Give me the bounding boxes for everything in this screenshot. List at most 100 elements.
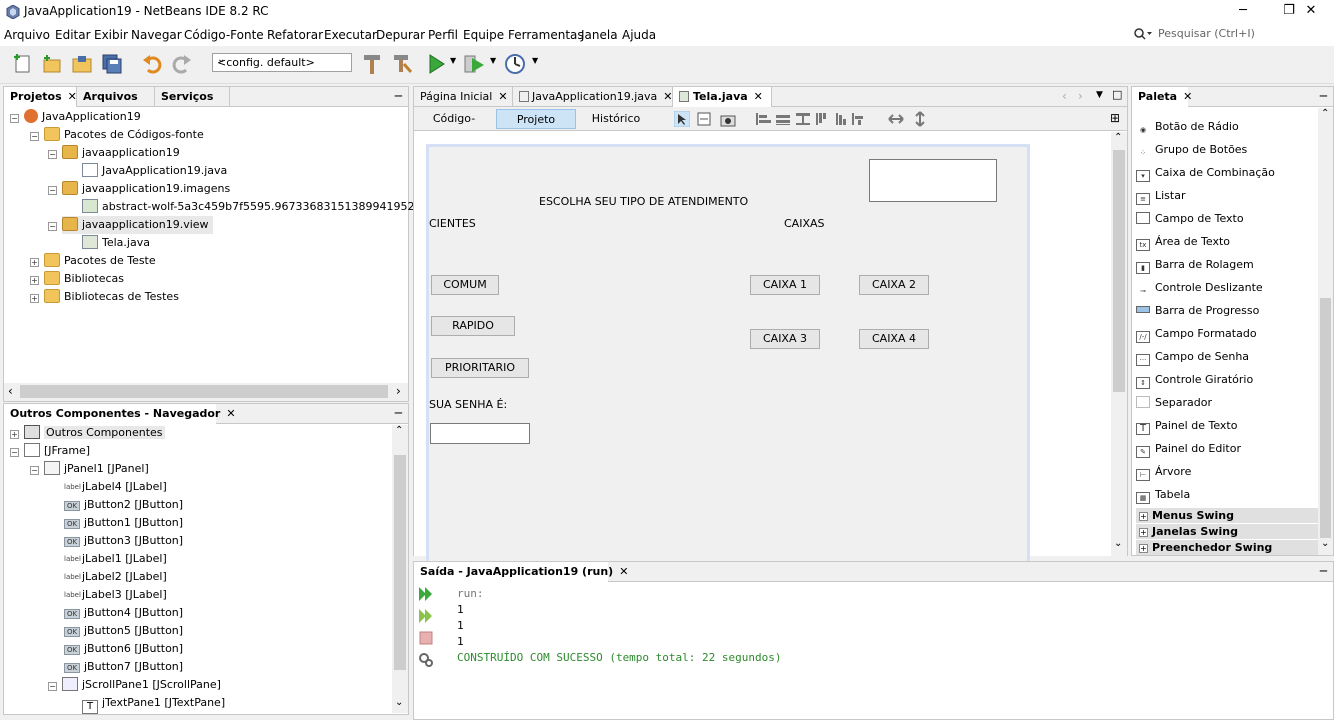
settings-icon[interactable] <box>418 652 434 668</box>
redo-icon[interactable] <box>170 52 194 76</box>
scroll-left-icon[interactable]: ‹ <box>8 384 13 398</box>
run-icon[interactable] <box>424 52 448 76</box>
menu-exibir[interactable]: Exibir <box>94 28 128 42</box>
tree-item-package-selected[interactable]: javaapplication19.view <box>62 216 213 234</box>
collapse-icon[interactable]: − <box>48 682 57 691</box>
close-icon[interactable]: ✕ <box>498 90 507 103</box>
new-project-icon[interactable] <box>40 52 64 76</box>
vertical-scrollbar[interactable]: ⌃ ⌄ <box>1318 108 1333 555</box>
build-hammer-icon[interactable] <box>360 52 384 76</box>
palette-item-separator[interactable]: Separador <box>1136 393 1212 413</box>
profile-icon[interactable] <box>503 52 527 76</box>
clean-build-icon[interactable] <box>390 52 414 76</box>
menu-ajuda[interactable]: Ajuda <box>622 28 656 42</box>
tree-item-java-file[interactable]: JavaApplication19.java <box>82 162 227 180</box>
expand-icon[interactable]: + <box>10 430 19 439</box>
palette-item-tree[interactable]: ⊢ Árvore <box>1136 462 1191 482</box>
nav-item-component[interactable]: OK jButton6 [JButton] <box>64 640 183 658</box>
vertical-scrollbar[interactable]: ⌃ ⌄ <box>1111 132 1127 556</box>
nav-item-component[interactable]: OK jButton5 [JButton] <box>64 622 183 640</box>
caixa2-button[interactable]: CAIXA 2 <box>859 275 929 295</box>
rerun-with-params-icon[interactable] <box>418 608 434 624</box>
save-all-icon[interactable] <box>100 52 124 76</box>
menu-executar[interactable]: Executar <box>324 28 377 42</box>
menu-perfil[interactable]: Perfil <box>428 28 458 42</box>
menu-codigo-fonte[interactable]: Código-Fonte <box>184 28 264 42</box>
prioritario-button[interactable]: PRIORITARIO <box>431 358 529 378</box>
tree-item-project[interactable]: JavaApplication19 <box>24 108 141 126</box>
subtab-historico[interactable]: Histórico <box>584 109 648 129</box>
run-dropdown-icon[interactable]: ▼ <box>450 56 456 65</box>
collapse-icon[interactable]: − <box>10 114 19 123</box>
tab-paleta[interactable]: Paleta ✕ <box>1132 87 1192 107</box>
menu-janela[interactable]: Janela <box>581 28 618 42</box>
palette-category-menus[interactable]: + Menus Swing <box>1136 508 1318 523</box>
scrollbar-thumb[interactable] <box>1113 150 1125 392</box>
alignment-tools-icon[interactable] <box>756 111 866 127</box>
collapse-icon[interactable]: − <box>30 132 39 141</box>
nav-item-component[interactable]: OK jButton3 [JButton] <box>64 532 183 550</box>
close-icon[interactable]: ✕ <box>754 90 763 103</box>
scroll-tabs-left-icon[interactable]: ‹ <box>1062 89 1067 103</box>
open-project-icon[interactable] <box>70 52 94 76</box>
tab-servicos[interactable]: Serviços <box>154 87 230 107</box>
minimize-panel-icon[interactable]: ─ <box>1320 564 1327 578</box>
tab-tela-java[interactable]: Tela.java ✕ <box>672 87 772 107</box>
tree-item-test-libraries[interactable]: Bibliotecas de Testes <box>44 288 179 306</box>
scroll-down-icon[interactable]: ⌄ <box>1321 538 1329 549</box>
palette-category-fillers[interactable]: + Preenchedor Swing <box>1136 540 1318 555</box>
tree-item-test-packages[interactable]: Pacotes de Teste <box>44 252 156 270</box>
caixa3-button[interactable]: CAIXA 3 <box>750 329 820 349</box>
expand-icon[interactable]: + <box>30 294 39 303</box>
debug-icon[interactable] <box>462 52 486 76</box>
resize-tools-icon[interactable] <box>888 111 928 127</box>
subtab-codigo-fonte[interactable]: Código-Fonte <box>418 109 490 145</box>
collapse-icon[interactable]: − <box>10 448 19 457</box>
nav-item-component[interactable]: labeljLabel3 [JLabel] <box>64 586 167 604</box>
nav-item-component[interactable]: labeljLabel2 [JLabel] <box>64 568 167 586</box>
scrollbar-thumb[interactable] <box>20 385 388 398</box>
tab-navigator[interactable]: Outros Componentes - Navegador ✕ <box>4 404 236 424</box>
subtab-projeto[interactable]: Projeto <box>496 109 576 129</box>
nav-item-jframe[interactable]: [JFrame] <box>24 442 90 460</box>
maximize-editor-icon[interactable]: □ <box>1112 88 1122 101</box>
tab-arquivos[interactable]: Arquivos <box>76 87 154 107</box>
tab-output[interactable]: Saída - JavaApplication19 (run) ✕ <box>414 562 628 582</box>
tree-item-package[interactable]: javaapplication19.imagens <box>62 180 230 198</box>
minimize-panel-icon[interactable]: ─ <box>395 406 402 420</box>
menu-depurar[interactable]: Depurar <box>376 28 425 42</box>
palette-item-password-field[interactable]: ··· Campo de Senha <box>1136 347 1249 367</box>
stop-icon[interactable] <box>418 630 434 646</box>
scroll-down-icon[interactable]: ⌄ <box>395 697 403 708</box>
nav-item-textpane[interactable]: TjTextPane1 [JTextPane] <box>82 694 225 714</box>
debug-dropdown-icon[interactable]: ▼ <box>490 56 496 65</box>
tab-javaapplication19-java[interactable]: JavaApplication19.java ✕ <box>512 87 672 107</box>
text-pane-top[interactable] <box>869 159 997 202</box>
rerun-icon[interactable] <box>418 586 434 602</box>
scroll-down-icon[interactable]: ⌄ <box>1114 538 1122 549</box>
scroll-up-icon[interactable]: ⌃ <box>1114 132 1122 143</box>
nav-item-jpanel[interactable]: jPanel1 [JPanel] <box>44 460 149 478</box>
menu-arquivo[interactable]: Arquivo <box>4 28 50 42</box>
caixa1-button[interactable]: CAIXA 1 <box>750 275 820 295</box>
close-icon[interactable]: ✕ <box>1183 90 1192 103</box>
collapse-icon[interactable]: − <box>48 222 57 231</box>
scroll-up-icon[interactable]: ⌃ <box>1321 108 1329 119</box>
palette-item-spinner[interactable]: ⇕ Controle Giratório <box>1136 370 1253 390</box>
minimize-button[interactable]: ─ <box>1220 0 1266 24</box>
scrollbar-thumb[interactable] <box>1320 298 1331 538</box>
nav-item-component[interactable]: OK jButton4 [JButton] <box>64 604 183 622</box>
senha-field[interactable] <box>430 423 530 444</box>
collapse-icon[interactable]: − <box>30 466 39 475</box>
search-box[interactable]: Pesquisar (Ctrl+I) <box>1130 25 1334 43</box>
tab-list-dropdown-icon[interactable]: ▼ <box>1096 90 1103 100</box>
palette-item-slider[interactable]: ⊸ Controle Deslizante <box>1136 278 1263 298</box>
palette-item-progress-bar[interactable]: Barra de Progresso <box>1136 301 1259 321</box>
comum-button[interactable]: COMUM <box>431 275 499 295</box>
menu-ferramentas[interactable]: Ferramentas <box>508 28 584 42</box>
close-icon[interactable]: ✕ <box>226 407 235 420</box>
minimize-panel-icon[interactable]: ─ <box>395 89 402 103</box>
nav-item-component[interactable]: labeljLabel1 [JLabel] <box>64 550 167 568</box>
menu-equipe[interactable]: Equipe <box>463 28 504 42</box>
palette-item-button-group[interactable]: ⁘ Grupo de Botões <box>1136 140 1247 160</box>
